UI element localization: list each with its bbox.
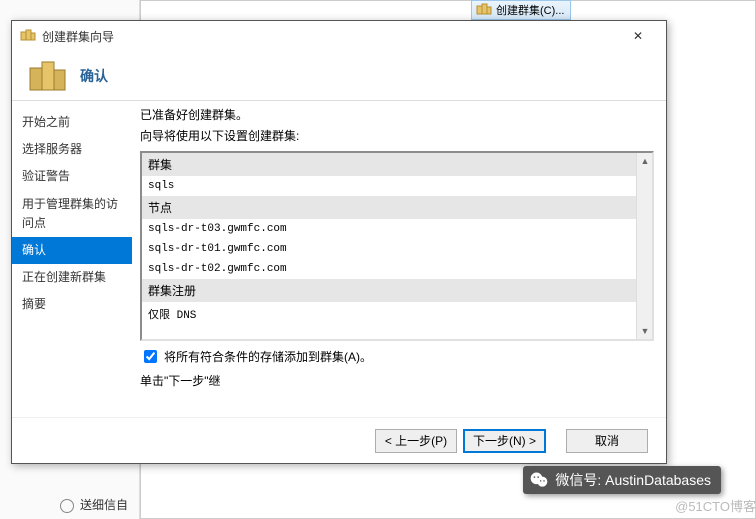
list-section-header: 节点	[142, 196, 652, 219]
nav-item[interactable]: 选择服务器	[12, 136, 132, 163]
nav-item[interactable]: 摘要	[12, 291, 132, 318]
close-button[interactable]: ✕	[618, 24, 658, 48]
wizard-nav: 开始之前选择服务器验证警告用于管理群集的访问点确认正在创建新群集摘要	[12, 101, 132, 417]
window-title: 创建群集向导	[42, 28, 114, 45]
wizard-content: 已准备好创建群集。 向导将使用以下设置创建群集: 群集sqls节点sqls-dr…	[132, 101, 666, 417]
watermark: @51CTO博客	[675, 496, 756, 515]
taskbar-label: 创建群集(C)...	[496, 2, 564, 18]
intro-text-2: 向导将使用以下设置创建群集:	[140, 128, 654, 145]
prev-button[interactable]: < 上一步(P)	[375, 429, 457, 453]
wechat-icon	[529, 470, 549, 490]
close-icon: ✕	[633, 29, 643, 43]
list-section-header: 群集注册	[142, 279, 652, 302]
scroll-up-icon[interactable]: ▲	[637, 153, 653, 169]
nav-item[interactable]: 确认	[12, 237, 132, 264]
checkbox-label: 将所有符合条件的存储添加到群集(A)。	[164, 348, 372, 365]
taskbar-create-cluster[interactable]: 创建群集(C)...	[471, 0, 571, 20]
next-button[interactable]: 下一步(N) >	[463, 429, 546, 453]
cluster-icon	[20, 28, 36, 44]
click-next-hint: 单击"下一步"继	[140, 372, 654, 389]
wizard-dialog: 创建群集向导 ✕ 确认 开始之前选择服务器验证警告用于管理群集的访问点确认正在创…	[11, 20, 667, 464]
list-value: 仅限 DNS	[142, 302, 652, 326]
list-section-header: 群集	[142, 153, 652, 176]
list-value: sqls-dr-t01.gwmfc.com	[142, 239, 652, 259]
page-title: 确认	[80, 66, 108, 86]
list-value: sqls	[142, 176, 652, 196]
cluster-large-icon	[28, 58, 68, 94]
add-storage-checkbox[interactable]	[144, 350, 157, 363]
background-tree-item: 送细信自	[60, 496, 128, 513]
scrollbar[interactable]: ▲ ▼	[636, 153, 652, 339]
nav-item[interactable]: 正在创建新群集	[12, 264, 132, 291]
wizard-footer: < 上一步(P) 下一步(N) > 取消	[12, 417, 666, 463]
nav-item[interactable]: 开始之前	[12, 109, 132, 136]
list-value: sqls-dr-t03.gwmfc.com	[142, 219, 652, 239]
wechat-overlay: 微信号: AustinDatabases	[523, 466, 721, 494]
list-value: sqls-dr-t02.gwmfc.com	[142, 259, 652, 279]
wizard-header: 确认	[12, 51, 666, 101]
titlebar: 创建群集向导 ✕	[12, 21, 666, 51]
settings-listbox[interactable]: 群集sqls节点sqls-dr-t03.gwmfc.comsqls-dr-t01…	[140, 151, 654, 341]
intro-text-1: 已准备好创建群集。	[140, 107, 654, 124]
add-storage-checkbox-row[interactable]: 将所有符合条件的存储添加到群集(A)。	[140, 347, 654, 366]
cancel-button[interactable]: 取消	[566, 429, 648, 453]
wechat-label: 微信号: AustinDatabases	[555, 470, 711, 490]
nav-item[interactable]: 用于管理群集的访问点	[12, 191, 132, 237]
nav-item[interactable]: 验证警告	[12, 163, 132, 190]
scroll-down-icon[interactable]: ▼	[637, 323, 653, 339]
cluster-icon	[476, 2, 492, 18]
